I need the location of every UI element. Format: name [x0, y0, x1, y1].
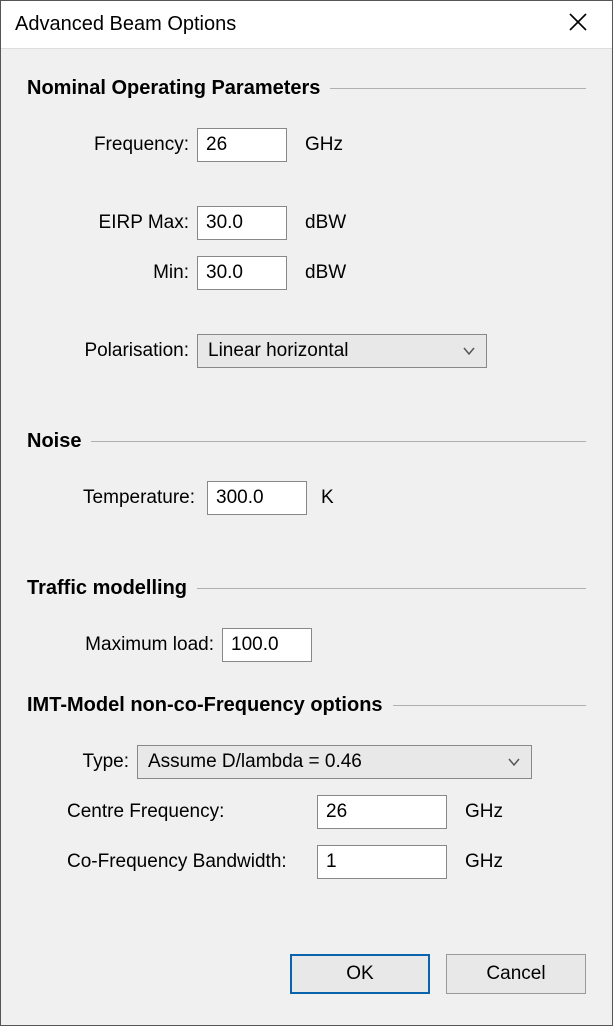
- eirp-min-input[interactable]: [197, 256, 287, 290]
- ok-button[interactable]: OK: [290, 954, 430, 994]
- centre-frequency-label: Centre Frequency:: [27, 801, 317, 823]
- temperature-label: Temperature:: [27, 487, 207, 509]
- row-centre-frequency: Centre Frequency: GHz: [27, 795, 586, 829]
- titlebar: Advanced Beam Options: [1, 1, 612, 49]
- close-button[interactable]: [558, 5, 598, 45]
- eirp-max-label: EIRP Max:: [27, 212, 197, 234]
- chevron-down-icon: [507, 755, 521, 769]
- cancel-button[interactable]: Cancel: [446, 954, 586, 994]
- group-heading: Noise: [27, 430, 81, 453]
- imt-type-label: Type:: [27, 751, 137, 773]
- temperature-unit: K: [321, 487, 334, 509]
- row-frequency: Frequency: GHz: [27, 128, 586, 162]
- group-traffic-modelling: Traffic modelling: [27, 577, 586, 600]
- row-co-frequency-bandwidth: Co-Frequency Bandwidth: GHz: [27, 845, 586, 879]
- co-frequency-bandwidth-input[interactable]: [317, 845, 447, 879]
- centre-frequency-unit: GHz: [465, 801, 503, 823]
- maximum-load-label: Maximum load:: [27, 634, 222, 656]
- group-imt-model: IMT-Model non-co-Frequency options: [27, 694, 586, 717]
- row-imt-type: Type: Assume D/lambda = 0.46: [27, 745, 586, 779]
- eirp-min-unit: dBW: [305, 262, 346, 284]
- co-frequency-bandwidth-label: Co-Frequency Bandwidth:: [27, 851, 317, 873]
- group-heading: Nominal Operating Parameters: [27, 77, 320, 100]
- frequency-input[interactable]: [197, 128, 287, 162]
- polarisation-label: Polarisation:: [27, 340, 197, 362]
- maximum-load-input[interactable]: [222, 628, 312, 662]
- group-heading: Traffic modelling: [27, 577, 187, 600]
- group-noise: Noise: [27, 430, 586, 453]
- group-nominal-operating-parameters: Nominal Operating Parameters: [27, 77, 586, 100]
- group-heading: IMT-Model non-co-Frequency options: [27, 694, 383, 717]
- row-temperature: Temperature: K: [27, 481, 586, 515]
- row-eirp-max: EIRP Max: dBW: [27, 206, 586, 240]
- imt-type-value: Assume D/lambda = 0.46: [148, 751, 499, 773]
- dialog-window: Advanced Beam Options Nominal Operating …: [0, 0, 613, 1026]
- cancel-button-label: Cancel: [486, 963, 545, 985]
- divider: [91, 441, 586, 442]
- imt-type-select[interactable]: Assume D/lambda = 0.46: [137, 745, 532, 779]
- polarisation-select[interactable]: Linear horizontal: [197, 334, 487, 368]
- row-polarisation: Polarisation: Linear horizontal: [27, 334, 586, 368]
- button-row: OK Cancel: [1, 941, 612, 1025]
- divider: [393, 705, 586, 706]
- frequency-unit: GHz: [305, 134, 343, 156]
- frequency-label: Frequency:: [27, 134, 197, 156]
- centre-frequency-input[interactable]: [317, 795, 447, 829]
- divider: [197, 588, 586, 589]
- content-area: Nominal Operating Parameters Frequency: …: [1, 49, 612, 941]
- eirp-min-label: Min:: [27, 262, 197, 284]
- row-eirp-min: Min: dBW: [27, 256, 586, 290]
- chevron-down-icon: [462, 344, 476, 358]
- eirp-max-unit: dBW: [305, 212, 346, 234]
- temperature-input[interactable]: [207, 481, 307, 515]
- co-frequency-bandwidth-unit: GHz: [465, 851, 503, 873]
- row-maximum-load: Maximum load:: [27, 628, 586, 662]
- eirp-max-input[interactable]: [197, 206, 287, 240]
- window-title: Advanced Beam Options: [15, 13, 558, 36]
- divider: [330, 88, 586, 89]
- close-icon: [569, 13, 587, 37]
- polarisation-value: Linear horizontal: [208, 340, 454, 362]
- ok-button-label: OK: [346, 963, 373, 985]
